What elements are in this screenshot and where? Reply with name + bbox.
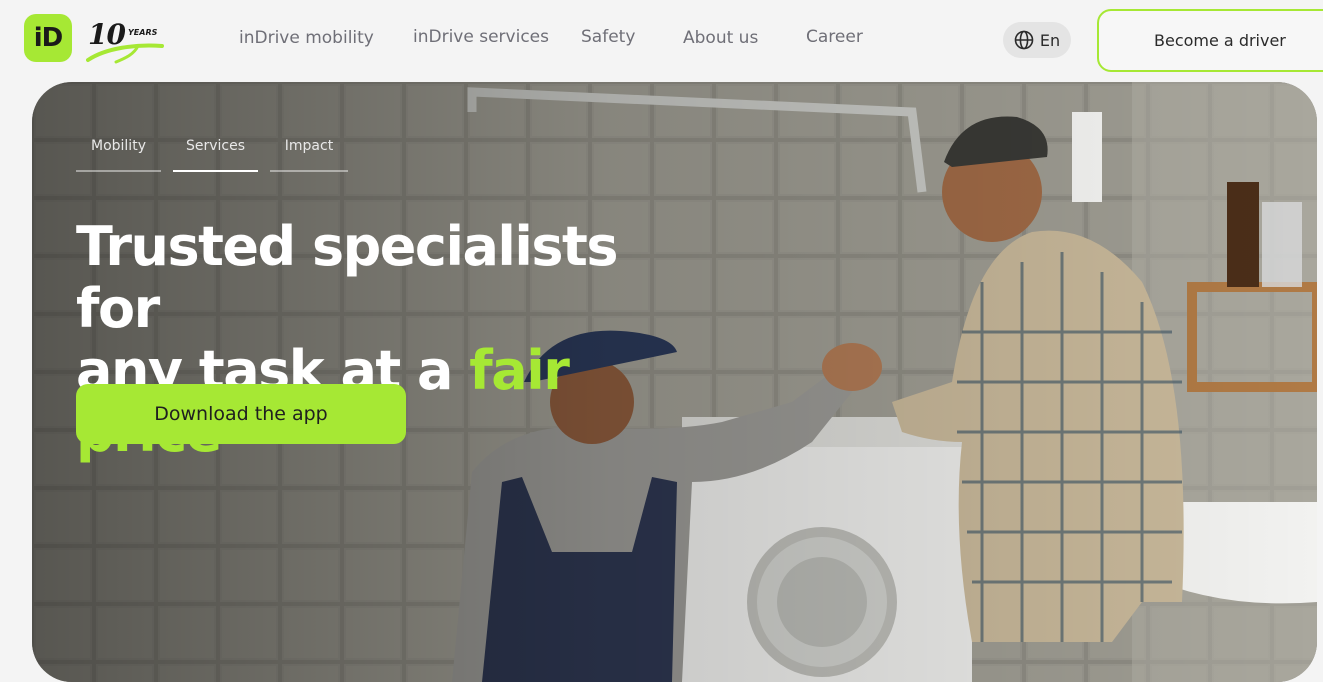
- download-app-label: Download the app: [154, 403, 328, 425]
- download-app-button[interactable]: Download the app: [76, 384, 406, 444]
- hero-banner: Mobility Services Impact Trusted special…: [32, 82, 1317, 682]
- tab-services[interactable]: Services: [173, 138, 258, 172]
- language-switcher[interactable]: En: [1003, 22, 1071, 58]
- nav-indrive-mobility[interactable]: inDrive mobility: [239, 28, 374, 48]
- tab-services-label: Services: [185, 138, 246, 154]
- tab-services-indicator: [173, 170, 258, 172]
- indrive-logo[interactable]: iD: [24, 14, 72, 62]
- ten-years-badge: 10 YEARS: [86, 18, 166, 66]
- nav-indrive-services[interactable]: inDrive services: [413, 27, 549, 47]
- become-driver-label: Become a driver: [1154, 31, 1286, 50]
- nav-about-us[interactable]: About us: [683, 28, 758, 48]
- tab-mobility-label: Mobility: [91, 138, 146, 154]
- logo-text: iD: [33, 23, 63, 53]
- nav-safety[interactable]: Safety: [581, 27, 635, 47]
- years-label: YEARS: [128, 28, 158, 37]
- tab-impact-label: Impact: [284, 138, 334, 154]
- tab-impact-indicator: [270, 170, 348, 172]
- headline-line-1: Trusted specialists for: [76, 215, 619, 340]
- tab-impact[interactable]: Impact: [270, 138, 348, 172]
- swoosh-icon: [86, 43, 164, 64]
- nav-career[interactable]: Career: [806, 27, 863, 47]
- tab-mobility-indicator: [76, 170, 161, 172]
- language-label: En: [1039, 30, 1061, 50]
- globe-icon: [1014, 30, 1034, 50]
- site-header: iD 10 YEARS inDrive mobility inDrive ser…: [0, 0, 1323, 80]
- become-driver-button[interactable]: Become a driver: [1097, 9, 1323, 72]
- tab-mobility[interactable]: Mobility: [76, 138, 161, 172]
